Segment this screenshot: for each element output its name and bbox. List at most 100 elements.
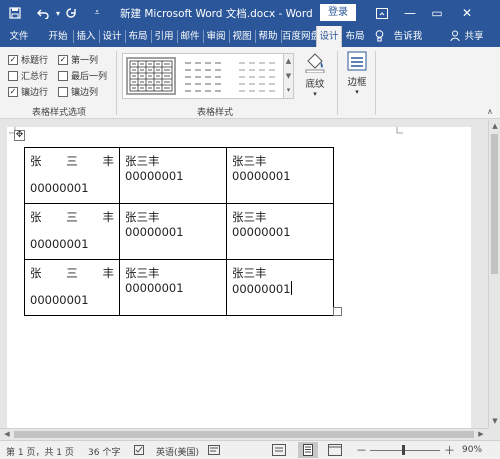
share-person-icon[interactable] xyxy=(448,26,462,47)
tab-help[interactable]: 帮助 xyxy=(256,26,280,47)
customize-qat-icon[interactable]: ⩡ xyxy=(88,4,106,22)
table-cell[interactable]: 张三丰 00000001 xyxy=(226,147,334,204)
zoom-in-button[interactable]: ＋ xyxy=(444,442,455,458)
scroll-left-icon[interactable]: ◀ xyxy=(2,429,12,439)
lightbulb-icon[interactable] xyxy=(372,26,386,47)
header-row-label: 标题行 xyxy=(21,56,49,66)
group-separator xyxy=(116,51,117,115)
last-column-checkbox[interactable]: 最后一列 xyxy=(58,69,107,82)
cell-text: 00000001 xyxy=(30,237,89,251)
gallery-scrollbar[interactable]: ▲ ▼ ▾ xyxy=(283,54,293,98)
shading-label: 底纹 xyxy=(305,79,325,90)
focus-mode-icon[interactable] xyxy=(272,444,286,459)
last-column-label: 最后一列 xyxy=(71,72,108,82)
document-title: 新建 Microsoft Word 文档.docx - Word xyxy=(120,8,313,20)
table-cell[interactable]: 张三丰 00000001 xyxy=(119,147,227,204)
total-row-label: 汇总行 xyxy=(21,72,49,82)
ribbon-display-icon[interactable] xyxy=(371,3,393,23)
table-cell[interactable]: 张三丰 00000001 xyxy=(24,147,120,204)
language[interactable]: 英语(美国) xyxy=(156,445,199,458)
table-resize-handle[interactable] xyxy=(333,307,342,316)
print-layout-icon[interactable] xyxy=(298,442,318,458)
zoom-slider-track[interactable] xyxy=(370,450,440,451)
macro-record-icon[interactable] xyxy=(208,445,220,458)
table-row: 张三丰 00000001 张三丰 00000001 张三丰 00000001 xyxy=(24,259,334,316)
total-row-checkbox[interactable]: 汇总行 xyxy=(8,69,48,82)
scroll-right-icon[interactable]: ▶ xyxy=(476,429,486,439)
tab-insert[interactable]: 插入 xyxy=(74,26,98,47)
zoom-level[interactable]: 90% xyxy=(462,445,482,455)
tab-mailings[interactable]: 邮件 xyxy=(178,26,202,47)
banded-columns-label: 镶边列 xyxy=(71,88,99,98)
tab-review[interactable]: 审阅 xyxy=(204,26,228,47)
zoom-slider-thumb[interactable] xyxy=(402,445,405,455)
tab-table-layout[interactable]: 布局 xyxy=(343,26,367,47)
scroll-down-icon[interactable]: ▼ xyxy=(490,416,500,426)
horizontal-scroll-thumb[interactable] xyxy=(14,431,474,438)
table-style-plain[interactable] xyxy=(181,57,231,95)
gallery-up-icon[interactable]: ▲ xyxy=(284,54,293,69)
web-layout-icon[interactable] xyxy=(328,444,342,459)
borders-icon xyxy=(347,51,367,71)
save-icon[interactable] xyxy=(6,4,24,22)
tab-design[interactable]: 设计 xyxy=(100,26,124,47)
tab-baidu-netdisk[interactable]: 百度网盘 xyxy=(282,26,316,47)
banded-rows-checkbox[interactable]: ✓ 镶边行 xyxy=(8,85,48,98)
empty-checkbox-icon xyxy=(8,70,18,81)
tab-view[interactable]: 视图 xyxy=(230,26,254,47)
tell-me-search[interactable]: 告诉我 xyxy=(390,26,426,47)
header-row-checkbox[interactable]: ✓ 标题行 xyxy=(8,53,48,66)
tab-layout[interactable]: 布局 xyxy=(126,26,150,47)
gallery-more-icon[interactable]: ▾ xyxy=(284,83,293,97)
group-separator xyxy=(375,51,376,115)
check-icon: ✓ xyxy=(8,54,18,65)
table-row: 张三丰 00000001 张三丰 00000001 张三丰 00000001 xyxy=(24,147,334,204)
paint-bucket-icon xyxy=(305,53,325,74)
tab-file[interactable]: 文件 xyxy=(4,26,34,47)
cell-text: 00000001 xyxy=(30,181,89,195)
zoom-out-button[interactable]: － xyxy=(356,442,367,458)
horizontal-scrollbar[interactable]: ◀ ▶ xyxy=(0,428,488,440)
close-button[interactable]: ✕ xyxy=(456,3,478,23)
table-row: 张三丰 00000001 张三丰 00000001 张三丰 00000001 xyxy=(24,203,334,260)
banded-columns-checkbox[interactable]: 镶边列 xyxy=(58,85,98,98)
document-page[interactable]: ✥ 张三丰 00000001 张三丰 00000001 张三丰 00000001… xyxy=(7,127,471,428)
borders-button[interactable]: 边框 ▾ xyxy=(343,51,371,96)
gallery-down-icon[interactable]: ▼ xyxy=(284,69,293,83)
shading-button[interactable]: 底纹 ▾ xyxy=(300,51,330,98)
word-count[interactable]: 36 个字 xyxy=(88,445,120,458)
scroll-up-icon[interactable]: ▲ xyxy=(490,121,500,131)
tab-table-design[interactable]: 设计 xyxy=(316,26,342,47)
table-style-options-group-label: 表格样式选项 xyxy=(31,108,86,118)
page-corner-mark xyxy=(396,127,403,134)
vertical-scroll-thumb[interactable] xyxy=(491,134,498,274)
tab-references[interactable]: 引用 xyxy=(152,26,176,47)
table-style-grid-selected[interactable] xyxy=(126,57,176,95)
table-cell-active[interactable]: 张三丰 00000001 xyxy=(226,259,334,316)
restore-button[interactable]: ▭ xyxy=(426,3,448,23)
page-count[interactable]: 第 1 页，共 1 页 xyxy=(6,445,74,458)
first-column-checkbox[interactable]: ✓ 第一列 xyxy=(58,53,98,66)
login-button[interactable]: 登录 xyxy=(320,4,356,21)
table-styles-group-label: 表格样式 xyxy=(196,108,233,118)
share-button[interactable]: 共享 xyxy=(462,26,486,47)
proofing-icon[interactable] xyxy=(134,445,146,458)
tab-home[interactable]: 开始 xyxy=(44,26,72,47)
vertical-scrollbar[interactable]: ▲ ▼ xyxy=(488,120,500,428)
table-cell[interactable]: 张三丰 00000001 xyxy=(119,259,227,316)
empty-checkbox-icon xyxy=(58,86,68,97)
table-cell[interactable]: 张三丰 00000001 xyxy=(119,203,227,260)
redo-icon[interactable] xyxy=(62,4,80,22)
cell-text: 张三丰 00000001 xyxy=(232,266,291,296)
collapse-ribbon-icon[interactable]: ∧ xyxy=(487,107,493,116)
empty-checkbox-icon xyxy=(58,70,68,81)
table-cell[interactable]: 张三丰 00000001 xyxy=(226,203,334,260)
minimize-button[interactable]: — xyxy=(399,3,421,23)
ribbon-tabs: 文件 开始 插入 设计 布局 引用 邮件 审阅 视图 帮助 百度网盘 设计 布局… xyxy=(0,26,500,47)
table-cell[interactable]: 张三丰 00000001 xyxy=(24,203,120,260)
table-cell[interactable]: 张三丰 00000001 xyxy=(24,259,120,316)
table-move-handle-icon[interactable]: ✥ xyxy=(14,130,25,141)
borders-dropdown-icon: ▾ xyxy=(355,88,359,96)
table-style-light[interactable] xyxy=(235,57,285,95)
text-cursor xyxy=(290,281,292,295)
